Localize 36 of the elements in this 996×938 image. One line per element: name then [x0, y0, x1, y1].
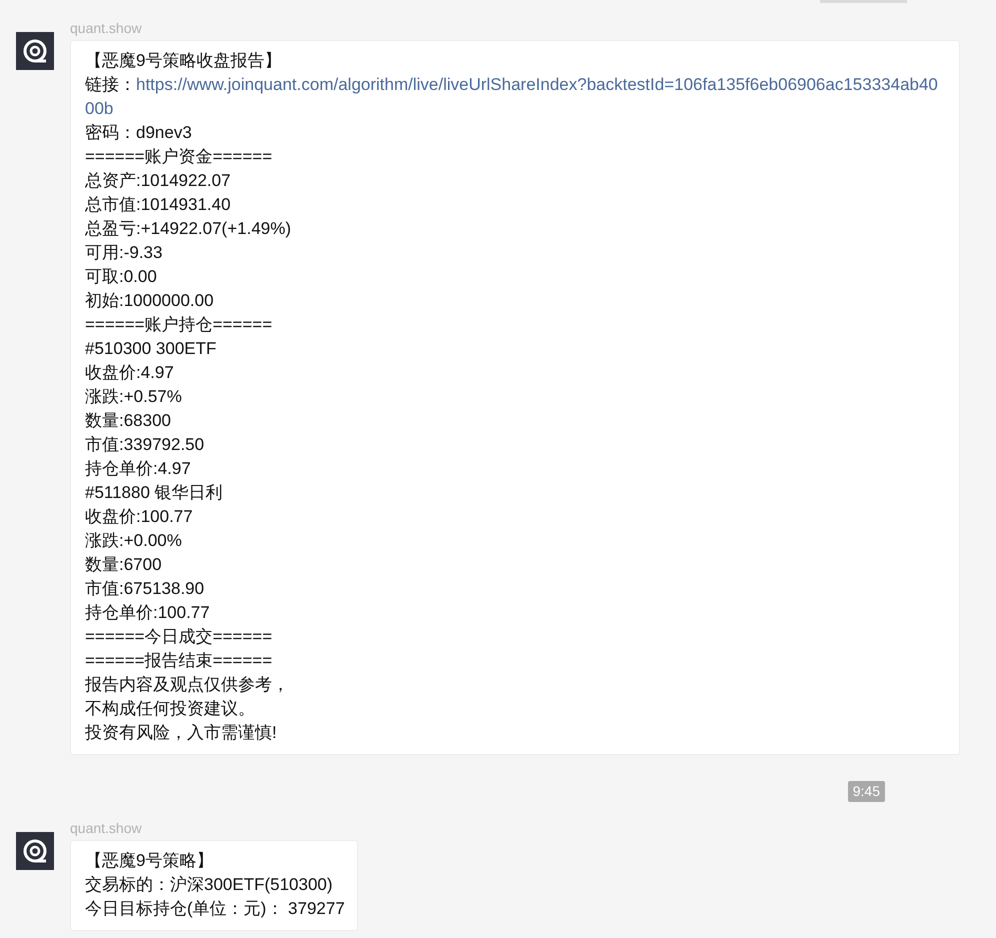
message-line: 可取:0.00 [85, 266, 158, 288]
message-line: #510300 300ETF [85, 338, 218, 360]
message-line: 交易标的：沪深300ETF(510300) [85, 874, 334, 896]
message-line: 【恶魔9号策略收盘报告】 [85, 50, 282, 72]
message-line: ======账户资金====== [85, 146, 274, 168]
message-line: 今日目标持仓(单位：元)： 379277 [85, 898, 345, 920]
message-line: ======今日成交====== [85, 626, 274, 648]
message-line: 可用:-9.33 [85, 242, 164, 264]
message-line: 报告内容及观点仅供参考， [85, 674, 290, 696]
message-line: 【恶魔9号策略】 [85, 850, 214, 872]
message-line: ======报告结束====== [85, 650, 274, 672]
message-line: 总资产:1014922.07 [85, 170, 232, 192]
message-line: 涨跌:+0.00% [85, 530, 183, 552]
message-line: 收盘价:100.77 [85, 506, 194, 528]
timestamp: 9:45 [848, 781, 885, 802]
message-line: 持仓单价:4.97 [85, 458, 192, 480]
message-line: 总盈亏:+14922.07(+1.49%) [85, 218, 292, 240]
ring-logo-icon [22, 838, 48, 864]
message-line: 数量:6700 [85, 554, 163, 576]
message-line: 总市值:1014931.40 [85, 194, 232, 216]
message-line: ======账户持仓====== [85, 314, 274, 336]
message-line: 数量:68300 [85, 410, 172, 432]
message-line: 不构成任何投资建议。 [85, 698, 256, 720]
link-line[interactable]: 链接：https://www.joinquant.com/algorithm/live/liveUrlShareIndex?backtestId=106fa135f6eb06906ac153334ab4000b [85, 73, 947, 121]
message-line: 涨跌:+0.57% [85, 386, 183, 408]
sender-name: quant.show [70, 819, 142, 838]
message-line: 初始:1000000.00 [85, 290, 215, 312]
sender-name: quant.show [70, 19, 142, 38]
message-line: 市值:339792.50 [85, 434, 206, 456]
ring-logo-icon [22, 38, 48, 64]
message-line: 持仓单价:100.77 [85, 602, 211, 624]
message-line: 投资有风险，入市需谨慎! [85, 722, 278, 744]
message-line: #511880 银华日利 [85, 482, 224, 504]
message-line: 市值:675138.90 [85, 578, 206, 600]
message-line: 密码：d9nev3 [85, 122, 193, 144]
message-line: 收盘价:4.97 [85, 362, 175, 384]
